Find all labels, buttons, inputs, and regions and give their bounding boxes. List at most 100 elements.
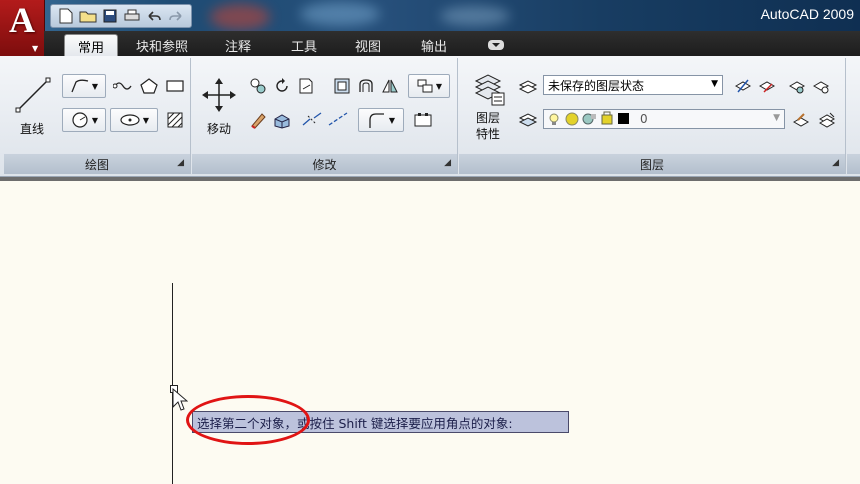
layer-isolate-button[interactable] [785, 74, 809, 98]
next-panel-partial [847, 58, 860, 174]
next-panel-footer [847, 154, 860, 174]
trim-icon [299, 78, 313, 94]
modify-panel-footer[interactable]: 修改 ◢ [192, 154, 457, 174]
application-menu-button[interactable]: A ▼ [0, 0, 45, 56]
draw-panel-footer[interactable]: 绘图 ◢ [4, 154, 190, 174]
hatch-icon [167, 112, 183, 128]
print-icon[interactable] [123, 7, 141, 25]
layer-current-icon [518, 113, 538, 127]
new-file-icon[interactable] [57, 7, 75, 25]
hatch-button[interactable] [162, 108, 188, 132]
layers-panel: 图层 特性 未保存的图层状态 ▼ 0 ▼ 图层 ◢ [459, 58, 846, 174]
app-title: AutoCAD 2009 [760, 6, 854, 22]
join-icon [328, 112, 348, 126]
undo-icon[interactable] [145, 7, 163, 25]
mirror-tool-button[interactable] [378, 74, 402, 98]
make-current-button[interactable] [515, 108, 541, 132]
tab-annotate[interactable]: 注释 [214, 34, 262, 56]
join-button[interactable] [326, 108, 350, 132]
autocad-logo-icon: A [9, 0, 35, 40]
copy-icon [250, 78, 266, 94]
eraser-icon [251, 113, 266, 129]
ribbon: 直线 ▼ ▼ ▼ 绘图 ◢ 移动 ▼ ▼ 修改 ◢ 图层 特性 未保存的图层状态… [0, 56, 860, 177]
layers-panel-footer[interactable]: 图层 ◢ [459, 154, 845, 174]
ribbon-minimize-button[interactable] [484, 34, 508, 56]
circle-button[interactable]: ▼ [62, 108, 106, 132]
tab-view[interactable]: 视图 [344, 34, 392, 56]
open-folder-icon[interactable] [79, 7, 97, 25]
tab-blocks-references[interactable]: 块和参照 [124, 34, 200, 56]
match-layer-button[interactable] [789, 108, 813, 132]
line-button[interactable] [10, 72, 56, 118]
chevron-down-icon: ▼ [32, 44, 39, 53]
array-button[interactable]: ▼ [408, 74, 450, 98]
layer-stack-icon [474, 74, 505, 106]
chevron-down-icon: ▼ [711, 79, 718, 89]
layers-panel-title: 图层 [639, 157, 664, 172]
trim-button[interactable] [294, 74, 318, 98]
scale-button[interactable] [410, 108, 436, 132]
ribbon-toggle-icon [488, 40, 504, 50]
move-icon [202, 78, 236, 112]
explode-icon [274, 114, 290, 129]
quick-access-toolbar [50, 4, 192, 28]
drawn-line-object[interactable] [172, 283, 173, 484]
mouse-pointer-icon [172, 388, 188, 411]
fillet-button[interactable]: ▼ [358, 108, 404, 132]
offset-icon [359, 79, 373, 92]
layer-unisolate-icon [812, 81, 830, 94]
save-icon[interactable] [101, 7, 119, 25]
redo-icon[interactable] [167, 7, 185, 25]
fillet-icon [369, 113, 384, 128]
layer-properties-label-line2: 特性 [475, 127, 500, 141]
ribbon-tab-strip: 常用 块和参照 注释 工具 视图 输出 [44, 31, 860, 57]
spline-button[interactable] [110, 74, 136, 98]
rotate-button[interactable] [270, 74, 294, 98]
layer-states-button[interactable] [515, 74, 541, 98]
tab-tools[interactable]: 工具 [280, 34, 328, 56]
layer-dropdown[interactable]: 0 ▼ [543, 109, 785, 129]
rectangle-button[interactable] [162, 74, 188, 98]
layer-properties-label: 图层 特性 [463, 110, 513, 142]
match-layer-icon [792, 113, 810, 127]
move-label: 移动 [206, 122, 231, 136]
tab-home[interactable]: 常用 [64, 34, 118, 57]
modify-panel: 移动 ▼ ▼ 修改 ◢ [192, 58, 458, 174]
erase-button[interactable] [246, 108, 270, 132]
panel-expand-icon: ◢ [177, 158, 184, 168]
drawing-canvas[interactable] [0, 177, 860, 484]
change-to-current-layer-button[interactable] [815, 108, 839, 132]
polyline-button[interactable]: ▼ [62, 74, 106, 98]
mirror-icon [382, 79, 398, 93]
line-label: 直线 [19, 122, 44, 136]
layer-walk-button[interactable] [755, 74, 779, 98]
break-button[interactable] [300, 108, 324, 132]
layer-states-icon [518, 80, 538, 94]
line-icon [15, 77, 51, 113]
ellipse-button[interactable]: ▼ [110, 108, 158, 132]
polygon-icon [140, 78, 158, 94]
array-icon [417, 79, 433, 93]
rectangle-icon [166, 80, 184, 92]
tab-output[interactable]: 输出 [410, 34, 458, 56]
copy-button[interactable] [246, 74, 270, 98]
current-layer-name: 0 [640, 112, 648, 126]
draw-panel: 直线 ▼ ▼ ▼ 绘图 ◢ [4, 58, 191, 174]
polygon-button[interactable] [136, 74, 162, 98]
explode-button[interactable] [270, 108, 294, 132]
layer-properties-button[interactable] [467, 68, 511, 110]
scale-icon [414, 113, 432, 127]
layer-state-dropdown[interactable]: 未保存的图层状态 ▼ [543, 75, 723, 95]
move-button[interactable] [196, 72, 242, 118]
red-ellipse-annotation [186, 395, 310, 445]
layer-previous-icon [734, 79, 752, 93]
circle-icon [72, 112, 88, 128]
layer-unisolate-button[interactable] [809, 74, 833, 98]
chevron-down-icon: ▼ [773, 113, 780, 123]
break-icon [302, 112, 322, 126]
panel-expand-icon: ◢ [444, 158, 451, 168]
modify-panel-title: 修改 [312, 157, 337, 172]
mirror-button[interactable] [330, 74, 354, 98]
layer-previous-button[interactable] [731, 74, 755, 98]
offset-button[interactable] [354, 74, 378, 98]
